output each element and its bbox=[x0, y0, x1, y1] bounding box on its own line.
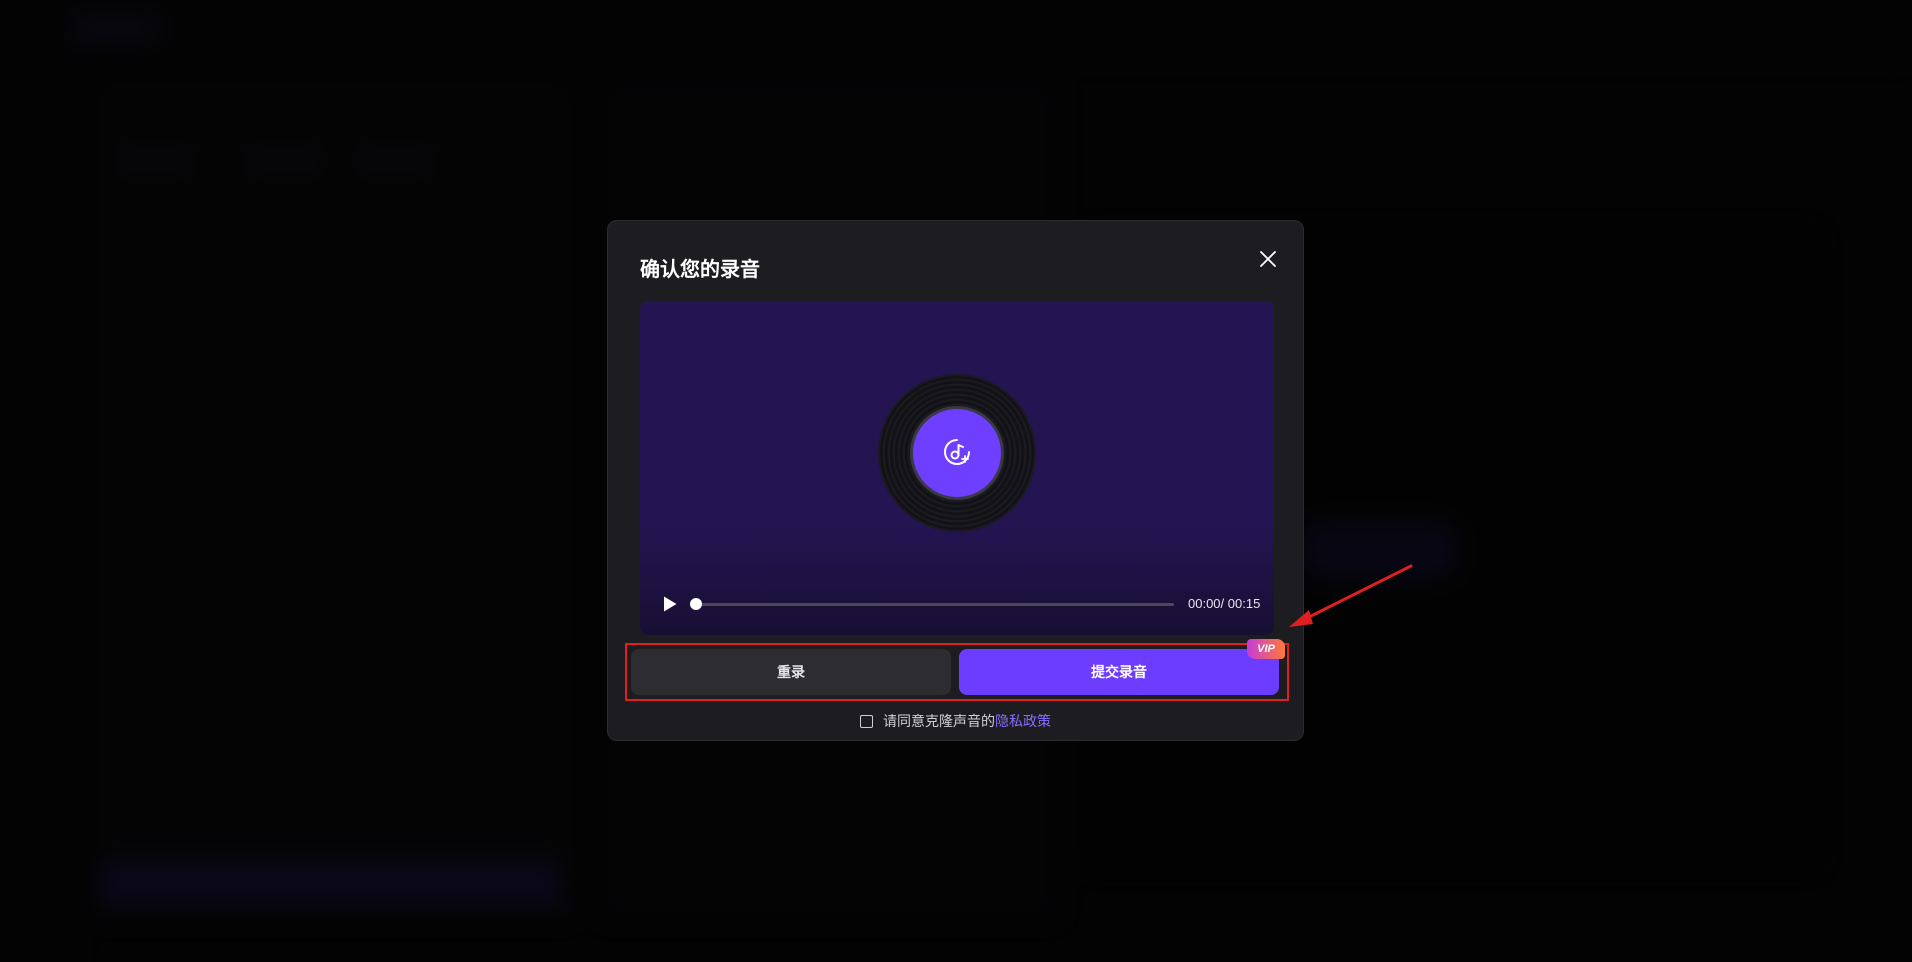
rerecord-button[interactable]: 重录 bbox=[631, 649, 951, 695]
audio-player: 00:00/ 00:15 bbox=[640, 301, 1274, 635]
confirm-recording-dialog: 确认您的录音 00:00/ 00:15 重录 提交录音 VIP 请同意克隆声音的… bbox=[607, 220, 1304, 741]
music-note-icon bbox=[944, 439, 970, 465]
progress-track[interactable] bbox=[690, 598, 1174, 610]
vip-badge: VIP bbox=[1247, 639, 1285, 659]
agreement-text: 请同意克隆声音的 bbox=[883, 713, 995, 729]
time-total: 00:15 bbox=[1224, 596, 1261, 611]
play-icon[interactable] bbox=[662, 595, 678, 613]
player-controls: 00:00/ 00:15 bbox=[640, 575, 1274, 635]
dialog-title: 确认您的录音 bbox=[640, 259, 760, 281]
vinyl-disc bbox=[880, 376, 1034, 530]
annotation-arrow bbox=[1289, 564, 1413, 627]
agreement-row: 请同意克隆声音的 隐私政策 bbox=[860, 712, 1051, 730]
agreement-checkbox[interactable] bbox=[860, 714, 873, 728]
privacy-policy-link[interactable]: 隐私政策 bbox=[995, 711, 1051, 731]
disc-label bbox=[913, 409, 1001, 497]
submit-recording-button[interactable]: 提交录音 bbox=[959, 649, 1279, 695]
close-icon[interactable] bbox=[1256, 247, 1280, 271]
time-current: 00:00 bbox=[1188, 596, 1221, 611]
time-display: 00:00/ 00:15 bbox=[1188, 596, 1260, 611]
action-buttons-highlight: 重录 提交录音 VIP bbox=[625, 639, 1289, 701]
progress-thumb[interactable] bbox=[690, 598, 702, 610]
